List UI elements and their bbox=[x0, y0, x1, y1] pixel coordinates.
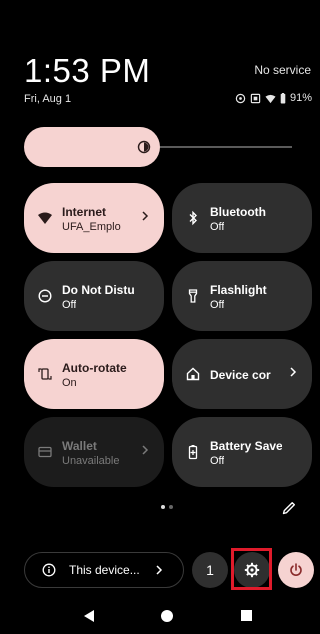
wifi-icon bbox=[38, 212, 52, 224]
page-indicator bbox=[161, 505, 173, 509]
tile-subtitle: On bbox=[62, 377, 77, 389]
tile-title: Do Not Distur bbox=[62, 283, 134, 297]
tile-do-not-distur[interactable]: Do Not Distur Off bbox=[24, 261, 164, 331]
service-status: No service bbox=[254, 63, 311, 77]
tile-subtitle: UFA_Emplo bbox=[62, 221, 121, 233]
battery-percent: 91% bbox=[289, 92, 312, 104]
tile-subtitle: Off bbox=[210, 221, 225, 233]
tile-wallet[interactable]: Wallet Unavailable bbox=[24, 417, 164, 487]
tile-auto-rotate[interactable]: Auto-rotate On bbox=[24, 339, 164, 409]
page-dot-active bbox=[161, 505, 165, 509]
chevron-right-icon bbox=[290, 367, 297, 377]
tile-subtitle: Off bbox=[210, 299, 225, 311]
chevron-right-icon bbox=[142, 211, 149, 221]
power-icon bbox=[290, 563, 302, 576]
tile-title: Internet bbox=[62, 205, 107, 219]
tile-device-cor[interactable]: Device cor bbox=[172, 339, 312, 409]
wallet-icon bbox=[38, 446, 52, 458]
tile-internet[interactable]: Internet UFA_Emplo bbox=[24, 183, 164, 253]
date-label: Fri, Aug 1 bbox=[24, 93, 72, 105]
tile-subtitle: Off bbox=[210, 455, 225, 467]
rotate-icon bbox=[38, 368, 52, 380]
tile-flashlight[interactable]: Flashlight Off bbox=[172, 261, 312, 331]
edit-pencil-icon[interactable] bbox=[281, 500, 297, 516]
nav-back-button[interactable] bbox=[84, 610, 94, 622]
home-icon bbox=[186, 367, 200, 381]
power-button[interactable] bbox=[278, 552, 314, 588]
active-apps-count[interactable]: 1 bbox=[192, 552, 228, 588]
tile-title: Battery Saver bbox=[210, 439, 282, 453]
nav-recents-button[interactable] bbox=[241, 610, 252, 621]
tile-title: Flashlight bbox=[210, 283, 267, 297]
flashlight-icon bbox=[188, 289, 198, 303]
bluetooth-icon bbox=[189, 210, 197, 226]
sync-icon bbox=[235, 93, 246, 103]
battery-icon bbox=[280, 92, 286, 104]
wifi-status-icon bbox=[265, 94, 276, 103]
brightness-track bbox=[160, 146, 292, 148]
settings-highlight-box bbox=[231, 548, 272, 590]
tile-subtitle: Off bbox=[62, 299, 77, 311]
dnd-icon bbox=[38, 289, 52, 303]
screenshot-icon bbox=[250, 93, 261, 103]
nav-home-button[interactable] bbox=[161, 610, 173, 622]
tile-title: Auto-rotate bbox=[62, 361, 127, 375]
this-device-label: This device... bbox=[69, 563, 140, 577]
chevron-right-icon bbox=[142, 445, 149, 455]
tile-bluetooth[interactable]: Bluetooth Off bbox=[172, 183, 312, 253]
status-icons: 91% bbox=[235, 92, 312, 104]
info-icon bbox=[42, 563, 56, 577]
tile-subtitle: Unavailable bbox=[62, 455, 120, 467]
tile-battery-saver[interactable]: Battery Saver Off bbox=[172, 417, 312, 487]
tile-title: Bluetooth bbox=[210, 205, 266, 219]
chevron-right-icon bbox=[156, 565, 163, 575]
battery-saver-icon bbox=[188, 445, 198, 460]
tile-title: Wallet bbox=[62, 439, 97, 453]
tile-title: Device cor bbox=[210, 368, 271, 382]
clock-time: 1:53 PM bbox=[24, 52, 151, 89]
page-dot bbox=[169, 505, 173, 509]
brightness-icon bbox=[137, 140, 151, 154]
